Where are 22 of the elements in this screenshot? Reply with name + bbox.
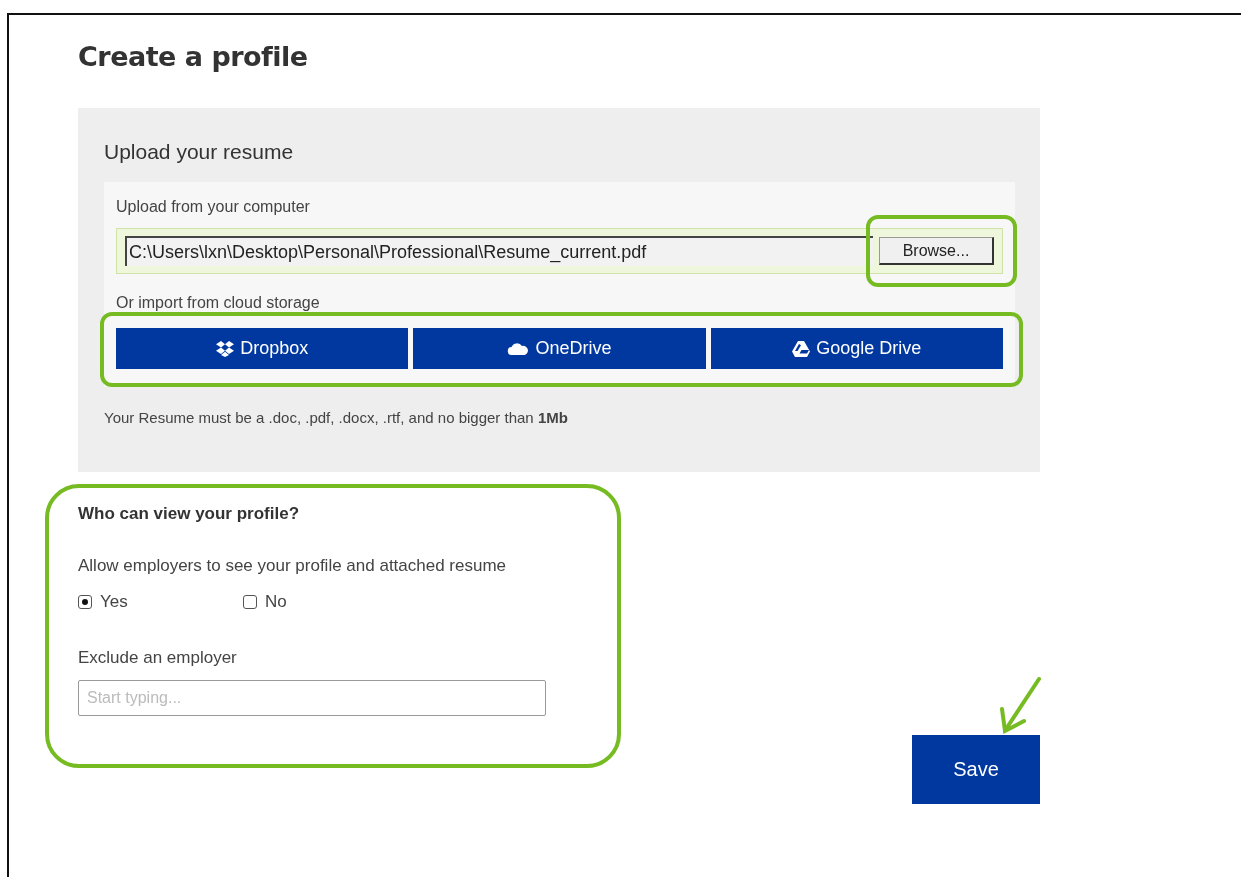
cloud-storage-button[interactable]: OneDrive [413,328,706,369]
employer-search-field[interactable]: Start typing... [78,680,546,716]
file-requirements-note: Your Resume must be a .doc, .pdf, .docx, .rtf, and no bigger than 1Mb [104,409,569,426]
option-label: Yes [100,592,128,612]
page-title: Create a profile [78,41,309,72]
cloud-icon [507,342,530,355]
radio-option[interactable]: Yes [78,592,243,612]
radio-option[interactable]: No [243,592,408,612]
cloud-storage-button[interactable]: Google Drive [710,328,1003,369]
question-text: Allow employers to see your profile and attached resume [78,556,508,576]
option-label: No [265,592,287,612]
field-label: Exclude an employer [78,648,238,668]
cloud-storage-button[interactable]: Dropbox [116,328,409,369]
dropbox-icon [216,340,235,357]
file-path-field[interactable]: C:\Users\lxn\Desktop\Personal\Professional\Resume_current.pdf [125,236,873,266]
section-heading: Who can view your profile? [78,504,301,524]
browse-button[interactable]: Browse... [879,237,994,265]
triangle-icon [792,340,811,357]
save-button[interactable]: Save [912,735,1040,804]
field-label: Or import from cloud storage [116,294,321,312]
field-label: Upload from your computer [116,198,311,216]
section-heading: Upload your resume [104,140,295,164]
